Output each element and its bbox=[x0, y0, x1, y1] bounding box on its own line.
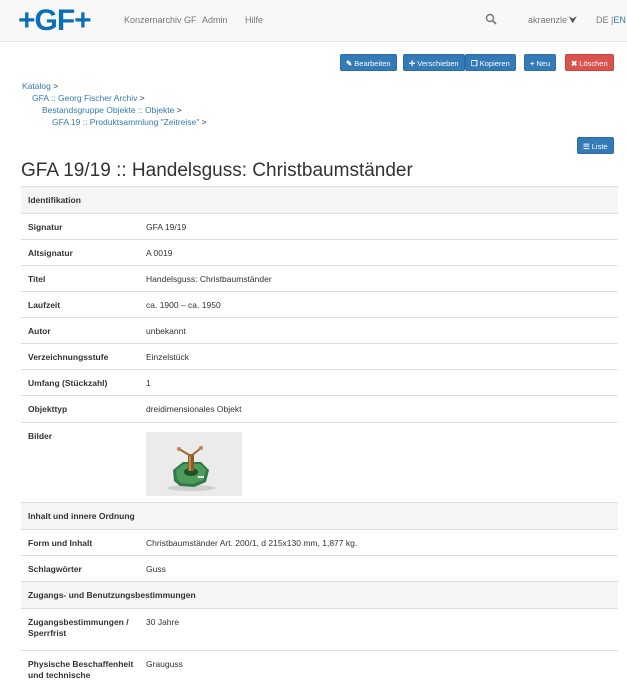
table-row: Titel Handelsguss: Christbaumständer bbox=[21, 265, 618, 291]
section-title: Inhalt und innere Ordnung bbox=[28, 511, 135, 521]
user-name: akraenzle bbox=[528, 15, 568, 25]
field-value: Handelsguss: Christbaumständer bbox=[146, 274, 272, 284]
section-header-identifikation: Identifikation bbox=[21, 186, 618, 213]
table-row: Laufzeit ca. 1900 – ca. 1950 bbox=[21, 291, 618, 317]
field-label: Zugangsbestimmungen / Sperrfrist bbox=[28, 617, 129, 639]
gf-logo[interactable]: +GF+ bbox=[18, 6, 92, 36]
breadcrumb-separator: > bbox=[176, 105, 182, 115]
field-label: Titel bbox=[28, 274, 46, 284]
field-label: Altsignatur bbox=[28, 248, 73, 258]
list-button[interactable]: ☰ Liste bbox=[577, 137, 614, 154]
field-label-line: Zugangsbestimmungen / bbox=[28, 617, 129, 627]
field-value: 1 bbox=[146, 378, 151, 388]
breadcrumb-separator: > bbox=[53, 81, 59, 91]
section-header-zugang: Zugangs- und Benutzungsbestimmungen bbox=[21, 581, 618, 608]
field-label-line: und technische bbox=[28, 670, 91, 680]
field-label-line: Sperrfrist bbox=[28, 628, 67, 638]
field-value: Einzelstück bbox=[146, 352, 189, 362]
close-icon: ✖ bbox=[571, 59, 578, 68]
table-row: Form und Inhalt Christbaumständer Art. 2… bbox=[21, 529, 618, 555]
breadcrumb-item-4: GFA 19 :: Produktsammlung "Zeitreise" > bbox=[52, 117, 207, 127]
new-button[interactable]: + Neu bbox=[524, 54, 557, 71]
section-title: Zugangs- und Benutzungsbestimmungen bbox=[28, 590, 196, 600]
field-label: Umfang (Stückzahl) bbox=[28, 378, 108, 388]
edit-icon: ✎ bbox=[346, 59, 353, 68]
field-label: Bilder bbox=[28, 431, 53, 441]
edit-label: Bearbeiten bbox=[354, 59, 391, 68]
field-value: ca. 1900 – ca. 1950 bbox=[146, 300, 221, 310]
table-row: Umfang (Stückzahl) 1 bbox=[21, 369, 618, 395]
move-label: Verschieben bbox=[417, 59, 459, 68]
move-button[interactable]: ✛ Verschieben bbox=[403, 54, 465, 71]
new-label: Neu bbox=[536, 59, 551, 68]
nav-link-hilfe[interactable]: Hilfe bbox=[245, 15, 263, 25]
field-label-line: Physische Beschaffenheit bbox=[28, 659, 134, 669]
field-label: Schlagwörter bbox=[28, 564, 82, 574]
breadcrumb-item-2: GFA :: Georg Fischer Archiv > bbox=[32, 93, 145, 103]
table-row: Signatur GFA 19/19 bbox=[21, 213, 618, 239]
chevron-down-icon: ⮟ bbox=[569, 15, 577, 25]
page-title: GFA 19/19 :: Handelsguss: Christbaumstän… bbox=[21, 160, 413, 181]
field-label: Verzeichnungsstufe bbox=[28, 352, 109, 362]
breadcrumb-link-katalog[interactable]: Katalog bbox=[22, 81, 51, 91]
field-value: A 0019 bbox=[146, 248, 173, 258]
copy-button[interactable]: ❐ Kopieren bbox=[465, 54, 516, 71]
breadcrumb-link-gfa[interactable]: GFA :: Georg Fischer Archiv bbox=[32, 93, 137, 103]
field-value: Christbaumständer Art. 200/1, d 215x130 … bbox=[146, 538, 358, 548]
table-row: Altsignatur A 0019 bbox=[21, 239, 618, 265]
breadcrumb-separator: > bbox=[139, 93, 145, 103]
lang-de-link[interactable]: DE bbox=[596, 15, 609, 25]
table-row: Physische Beschaffenheit und technische G… bbox=[21, 650, 618, 680]
delete-button[interactable]: ✖ Löschen bbox=[565, 54, 614, 71]
nav-link-admin[interactable]: Admin bbox=[202, 15, 228, 25]
object-thumbnail-image[interactable] bbox=[146, 432, 242, 496]
field-label: Physische Beschaffenheit und technische bbox=[28, 659, 133, 680]
table-row: Autor unbekannt bbox=[21, 317, 618, 343]
field-value: GFA 19/19 bbox=[146, 222, 187, 232]
list-icon: ☰ bbox=[583, 142, 590, 151]
lang-en-link[interactable]: EN bbox=[613, 15, 626, 25]
christmas-tree-stand-image bbox=[146, 432, 242, 496]
section-header-inhalt: Inhalt und innere Ordnung bbox=[21, 502, 618, 529]
field-label: Laufzeit bbox=[28, 300, 61, 310]
field-label: Signatur bbox=[28, 222, 63, 232]
field-value: 30 Jahre bbox=[146, 617, 180, 627]
field-label: Objekttyp bbox=[28, 404, 68, 414]
field-label: Autor bbox=[28, 326, 51, 336]
list-label: Liste bbox=[591, 142, 608, 151]
nav-link-konzernarchiv[interactable]: Konzernarchiv GF bbox=[124, 15, 197, 25]
move-icon: ✛ bbox=[409, 59, 416, 68]
plus-icon: + bbox=[530, 59, 535, 68]
breadcrumb-separator: > bbox=[201, 117, 207, 127]
table-row: Verzeichnungsstufe Einzelstück bbox=[21, 343, 618, 369]
section-title: Identifikation bbox=[28, 195, 81, 205]
edit-button[interactable]: ✎ Bearbeiten bbox=[340, 54, 397, 71]
delete-label: Löschen bbox=[579, 59, 608, 68]
field-value: Guss bbox=[146, 564, 166, 574]
copy-icon: ❐ bbox=[471, 59, 478, 68]
top-navbar: +GF+ Konzernarchiv GF Admin Hilfe akraen… bbox=[0, 0, 627, 42]
field-label: Form und Inhalt bbox=[28, 538, 93, 548]
breadcrumb-link-gfa19[interactable]: GFA 19 :: Produktsammlung "Zeitreise" bbox=[52, 117, 199, 127]
user-menu[interactable]: akraenzle ⮟ bbox=[528, 15, 577, 26]
field-value: dreidimensionales Objekt bbox=[146, 404, 242, 414]
copy-label: Kopieren bbox=[479, 59, 510, 68]
field-value: Grauguss bbox=[146, 659, 183, 669]
table-row: Zugangsbestimmungen / Sperrfrist 30 Jahre bbox=[21, 608, 618, 650]
breadcrumb-link-bestandsgruppe[interactable]: Bestandsgruppe Objekte :: Objekte bbox=[42, 105, 174, 115]
table-row: Bilder bbox=[21, 422, 618, 502]
table-row: Objekttyp dreidimensionales Objekt bbox=[21, 395, 618, 422]
table-row: Schlagwörter Guss bbox=[21, 555, 618, 581]
language-switch: DE |EN bbox=[596, 15, 626, 25]
breadcrumb-item-1: Katalog > bbox=[22, 81, 58, 91]
search-icon[interactable] bbox=[485, 13, 497, 25]
field-value: unbekannt bbox=[146, 326, 186, 336]
breadcrumb-item-3: Bestandsgruppe Objekte :: Objekte > bbox=[42, 105, 182, 115]
